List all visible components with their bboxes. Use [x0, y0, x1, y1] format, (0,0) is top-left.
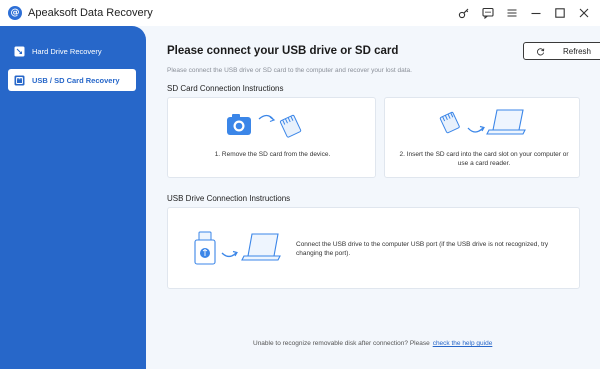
camera-icon	[227, 114, 251, 135]
usb-section-title: USB Drive Connection Instructions	[167, 194, 291, 203]
sd-step-card-2: 2. Insert the SD card into the card slot…	[384, 97, 580, 178]
title-bar-controls	[456, 5, 592, 21]
footer-text: Unable to recognize removable disk after…	[253, 340, 430, 347]
help-footer: Unable to recognize removable disk after…	[253, 340, 492, 347]
app-logo-icon: @	[8, 6, 22, 20]
feedback-icon[interactable]	[480, 5, 496, 21]
maximize-icon[interactable]	[552, 5, 568, 21]
usb-drive-icon	[194, 231, 216, 265]
usb-to-laptop-illustration	[194, 231, 281, 265]
menu-icon[interactable]	[504, 5, 520, 21]
register-key-icon[interactable]	[456, 5, 472, 21]
refresh-icon	[536, 47, 545, 55]
sd-step-2-text: 2. Insert the SD card into the card slot…	[399, 151, 569, 167]
sd-step-card-1: 1. Remove the SD card from the device.	[167, 97, 376, 178]
hard-drive-icon	[14, 46, 25, 57]
sd-card-icon	[14, 75, 25, 86]
sidebar-item-label: Hard Drive Recovery	[32, 46, 102, 56]
sd-card-to-laptop-illustration	[439, 109, 526, 135]
sidebar: Hard Drive Recovery USB / SD Card Recove…	[0, 26, 146, 369]
page-title: Please connect your USB drive or SD card	[167, 45, 399, 57]
help-guide-link[interactable]: check the help guide	[433, 340, 493, 347]
page-subtitle: Please connect the USB drive or SD card …	[167, 67, 412, 74]
usb-step-text: Connect the USB drive to the computer US…	[296, 241, 549, 257]
sd-card-icon	[279, 114, 302, 138]
app-title: Apeaksoft Data Recovery	[28, 7, 153, 19]
laptop-icon	[241, 233, 281, 261]
sd-card-icon	[439, 111, 460, 134]
sd-section-title: SD Card Connection Instructions	[167, 84, 284, 93]
refresh-button[interactable]: Refresh	[523, 42, 600, 60]
refresh-label: Refresh	[562, 46, 591, 56]
usb-step-card: Connect the USB drive to the computer US…	[167, 207, 580, 289]
main-panel: Please connect your USB drive or SD card…	[146, 26, 600, 369]
close-icon[interactable]	[576, 5, 592, 21]
laptop-icon	[486, 109, 526, 135]
sd-step-1-text: 1. Remove the SD card from the device.	[214, 151, 331, 158]
sidebar-item-hard-drive-recovery[interactable]: Hard Drive Recovery	[8, 40, 136, 62]
sidebar-item-label: USB / SD Card Recovery	[32, 75, 120, 85]
sidebar-item-usb-sd-card-recovery[interactable]: USB / SD Card Recovery	[8, 69, 136, 91]
title-bar: @ Apeaksoft Data Recovery	[0, 0, 600, 26]
minimize-icon[interactable]	[528, 5, 544, 21]
camera-to-sd-card-illustration	[227, 114, 302, 138]
